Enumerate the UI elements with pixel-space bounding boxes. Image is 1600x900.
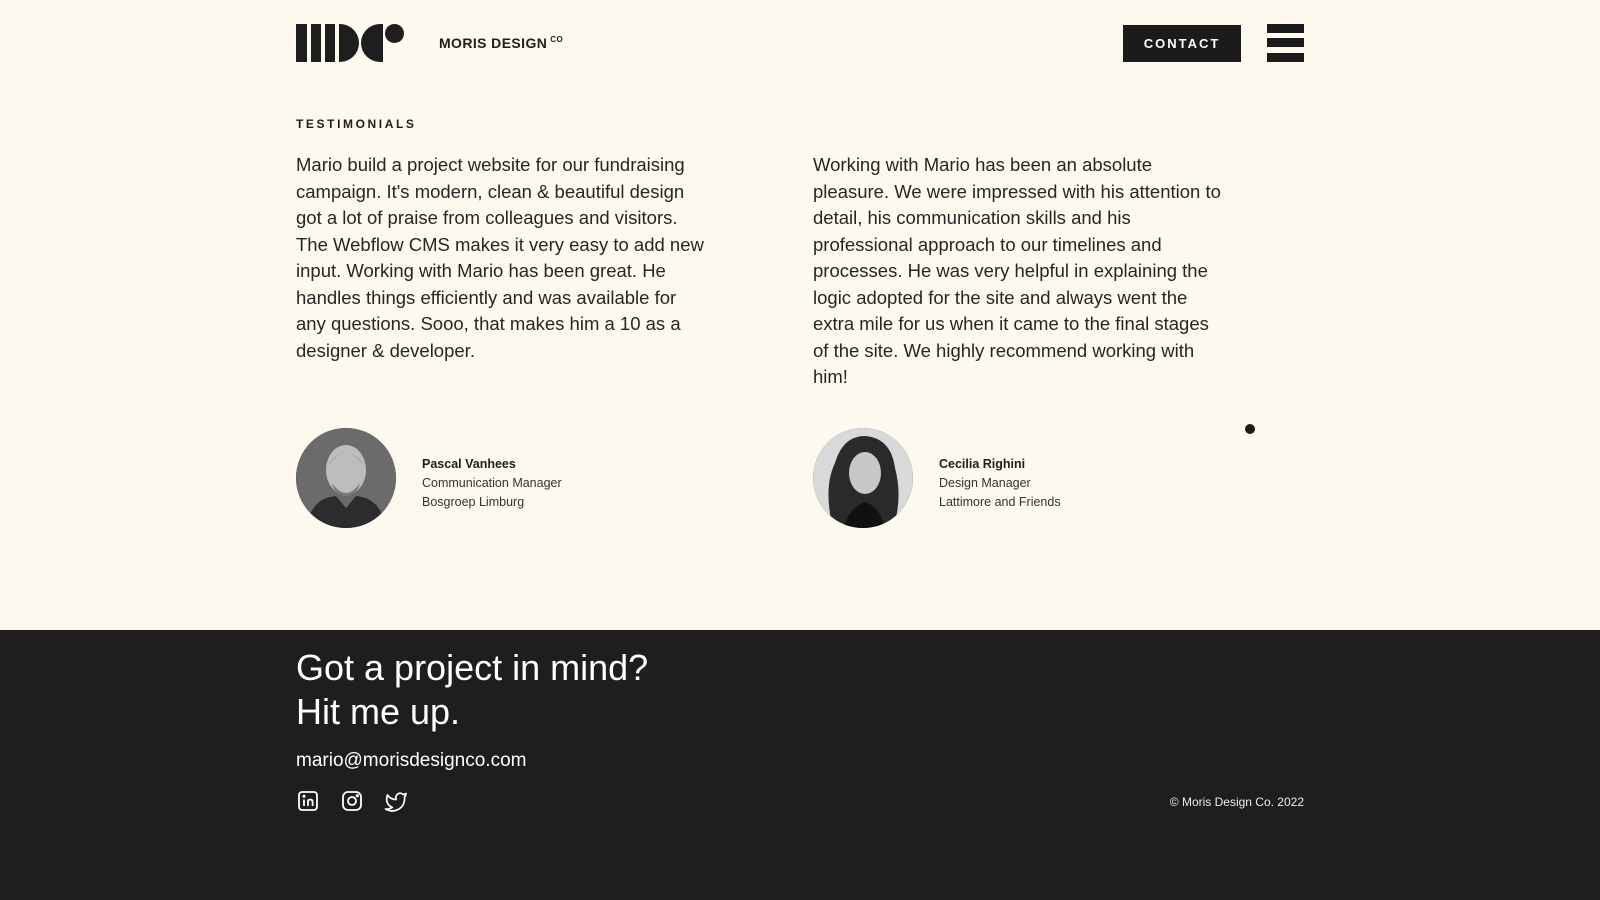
author-company: Bosgroep Limburg: [422, 495, 525, 509]
twitter-icon[interactable]: [384, 789, 408, 813]
logo-mark: [296, 24, 404, 62]
testimonial-card: Working with Mario has been an absolute …: [813, 152, 1223, 528]
testimonial-quote: Mario build a project website for our fu…: [296, 154, 704, 361]
linkedin-icon[interactable]: [296, 789, 320, 813]
contact-button[interactable]: CONTACT: [1123, 25, 1241, 62]
author-name: Pascal Vanhees: [422, 457, 516, 471]
site-footer: Got a project in mind? Hit me up. mario@…: [0, 630, 1600, 900]
email-link[interactable]: mario@morisdesignco.com: [296, 750, 526, 772]
cta-line-1: Got a project in mind?: [296, 647, 649, 688]
instagram-icon[interactable]: [340, 789, 364, 813]
author-name: Cecilia Righini: [939, 457, 1026, 471]
site-header: MORIS DESIGN CO CONTACT: [296, 24, 1304, 62]
slider-dot[interactable]: [1245, 424, 1255, 434]
brand-name[interactable]: MORIS DESIGN CO: [439, 35, 563, 51]
avatar: [296, 428, 396, 528]
testimonial-quote: Working with Mario has been an absolute …: [813, 154, 1221, 387]
social-links: [296, 789, 408, 813]
footer-cta: Got a project in mind? Hit me up.: [296, 646, 648, 734]
testimonial-author: Pascal Vanhees Communication Manager Bos…: [296, 428, 696, 528]
logo[interactable]: [296, 24, 404, 62]
brand-suffix: CO: [550, 35, 564, 44]
copyright: © Moris Design Co. 2022: [1169, 795, 1304, 809]
author-role: Communication Manager: [422, 476, 562, 490]
section-label-testimonials: TESTIMONIALS: [296, 117, 417, 131]
avatar: [813, 428, 913, 528]
testimonial-author: Cecilia Righini Design Manager Lattimore…: [813, 428, 1213, 528]
author-company: Lattimore and Friends: [939, 495, 1061, 509]
cta-line-2: Hit me up.: [296, 691, 461, 732]
author-role: Design Manager: [939, 476, 1031, 490]
testimonial-card: Mario build a project website for our fu…: [296, 152, 706, 528]
hamburger-menu-icon[interactable]: [1267, 24, 1304, 62]
